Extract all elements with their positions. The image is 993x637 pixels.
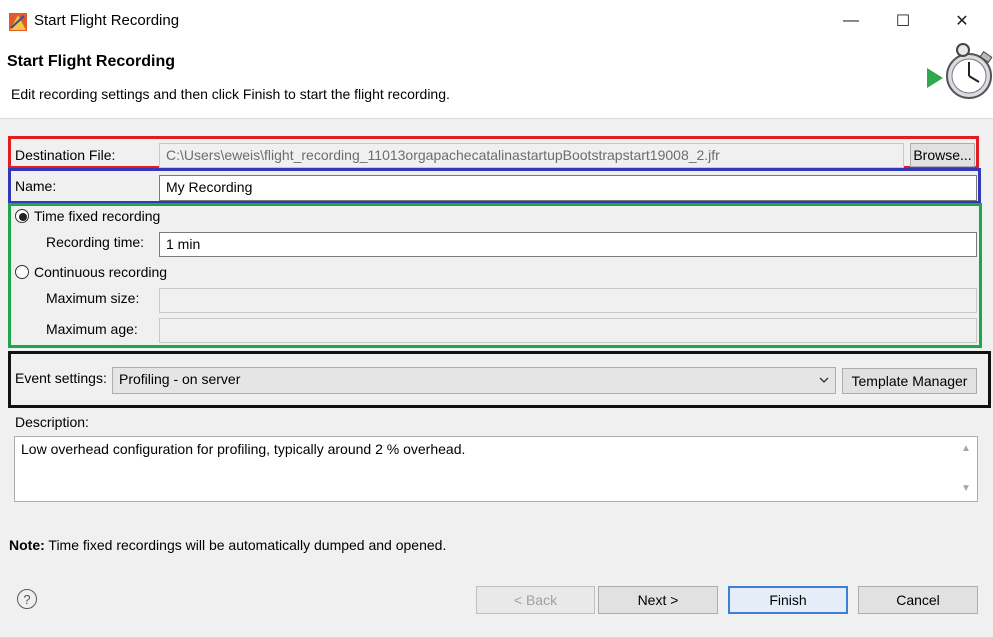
event-settings-label: Event settings: [15,370,107,386]
max-size-input[interactable] [159,288,977,313]
event-settings-select[interactable]: Profiling - on server [112,367,836,394]
time-fixed-radio[interactable] [15,209,29,223]
browse-button[interactable]: Browse... [910,143,975,167]
note-text: Time fixed recordings will be automatica… [44,537,447,553]
max-age-input[interactable] [159,318,977,343]
destination-label: Destination File: [15,147,116,163]
note-label: Note: [9,537,45,553]
app-icon [8,12,28,32]
cancel-button[interactable]: Cancel [858,586,978,614]
next-button[interactable]: Next > [598,586,718,614]
help-icon[interactable]: ? [17,589,37,609]
max-size-label: Maximum size: [46,290,140,306]
max-age-label: Maximum age: [46,321,138,337]
destination-file-field[interactable]: C:\Users\eweis\flight_recording_11013org… [159,143,904,168]
page-description: Edit recording settings and then click F… [11,86,450,102]
name-label: Name: [15,178,57,194]
continuous-radio[interactable] [15,265,29,279]
page-title: Start Flight Recording [7,53,175,70]
minimize-button[interactable]: — [828,6,874,36]
maximize-button[interactable]: ☐ [880,6,926,36]
template-manager-button[interactable]: Template Manager [842,368,977,394]
name-input[interactable]: My Recording [159,175,977,201]
scroll-down-icon[interactable]: ▼ [961,483,971,494]
event-settings-value: Profiling - on server [119,371,241,387]
recording-time-input[interactable]: 1 min [159,232,977,257]
stopwatch-icon [925,42,993,100]
continuous-label[interactable]: Continuous recording [34,264,167,280]
scroll-up-icon[interactable]: ▲ [961,443,971,454]
finish-button[interactable]: Finish [728,586,848,614]
description-content: Low overhead configuration for profiling… [21,441,466,457]
close-button[interactable]: ✕ [939,6,985,36]
chevron-down-icon [818,373,830,385]
description-text: Low overhead configuration for profiling… [14,436,978,502]
note: Note: Time fixed recordings will be auto… [9,537,446,553]
description-label: Description: [15,414,89,430]
recording-time-label: Recording time: [46,234,145,250]
window-title: Start Flight Recording [34,12,180,29]
back-button[interactable]: < Back [476,586,595,614]
time-fixed-label[interactable]: Time fixed recording [34,208,160,224]
